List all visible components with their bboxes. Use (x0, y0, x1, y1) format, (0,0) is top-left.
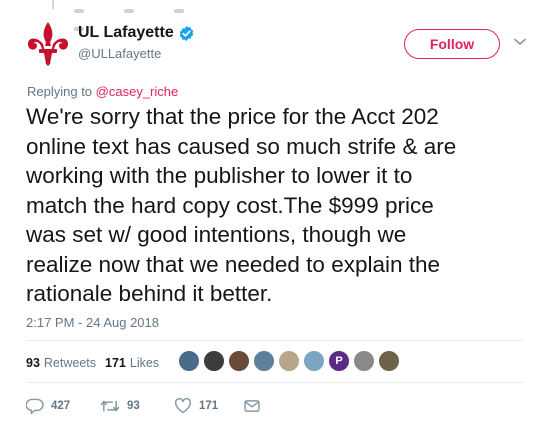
like-count: 171 (199, 400, 219, 412)
reply-count: 427 (51, 400, 71, 412)
ghost-action (124, 9, 134, 13)
retweet-icon (100, 400, 120, 412)
replying-to-label: Replying to (27, 84, 93, 99)
follow-button[interactable]: Follow (404, 29, 500, 59)
likes-count[interactable]: 171 (105, 356, 126, 370)
liker-avatar-8[interactable] (353, 350, 375, 372)
avatar[interactable] (24, 20, 72, 68)
liker-avatar-5[interactable] (278, 350, 300, 372)
liker-avatar-6[interactable] (303, 350, 325, 372)
retweet-action[interactable]: 93 (100, 398, 174, 414)
reply-mention-link[interactable]: @casey_riche (96, 84, 179, 99)
verified-badge-icon (179, 26, 194, 41)
retweet-count: 93 (127, 400, 140, 412)
tweet-text: We're sorry that the price for the Acct … (26, 104, 457, 306)
divider (26, 340, 524, 341)
replying-to: Replying to @casey_riche (27, 84, 178, 99)
liker-avatar-7[interactable]: P (328, 350, 350, 372)
liker-avatar-9[interactable] (378, 350, 400, 372)
ghost-action (174, 9, 184, 13)
fleur-de-lis-logo (27, 22, 69, 66)
likes-label[interactable]: Likes (130, 356, 159, 370)
liker-avatar-4[interactable] (253, 350, 275, 372)
envelope-icon (244, 400, 260, 412)
tweet-actions: 427 93 171 (26, 398, 267, 414)
liker-avatar-3[interactable] (228, 350, 250, 372)
retweets-label[interactable]: Retweets (44, 356, 96, 370)
liker-avatar-2[interactable] (203, 350, 225, 372)
account-handle[interactable]: @ULLafayette (78, 46, 161, 61)
thread-connector-line (52, 0, 54, 9)
previous-tweet-action-row (74, 0, 264, 31)
divider (26, 382, 524, 383)
reply-action[interactable]: 427 (26, 398, 100, 414)
liker-avatar-1[interactable] (178, 350, 200, 372)
engagement-stats: 93 Retweets 171 Likes (26, 356, 159, 370)
retweets-count[interactable]: 93 (26, 356, 40, 370)
reply-icon (26, 398, 44, 414)
direct-message-action[interactable] (244, 399, 267, 413)
like-action[interactable]: 171 (174, 398, 244, 414)
ghost-action (74, 9, 84, 13)
liker-avatars: P (178, 350, 403, 372)
tweet-timestamp[interactable]: 2:17 PM - 24 Aug 2018 (26, 315, 159, 330)
heart-icon (174, 398, 192, 414)
chevron-down-icon[interactable] (514, 38, 526, 46)
account-name[interactable]: UL Lafayette (78, 24, 174, 42)
